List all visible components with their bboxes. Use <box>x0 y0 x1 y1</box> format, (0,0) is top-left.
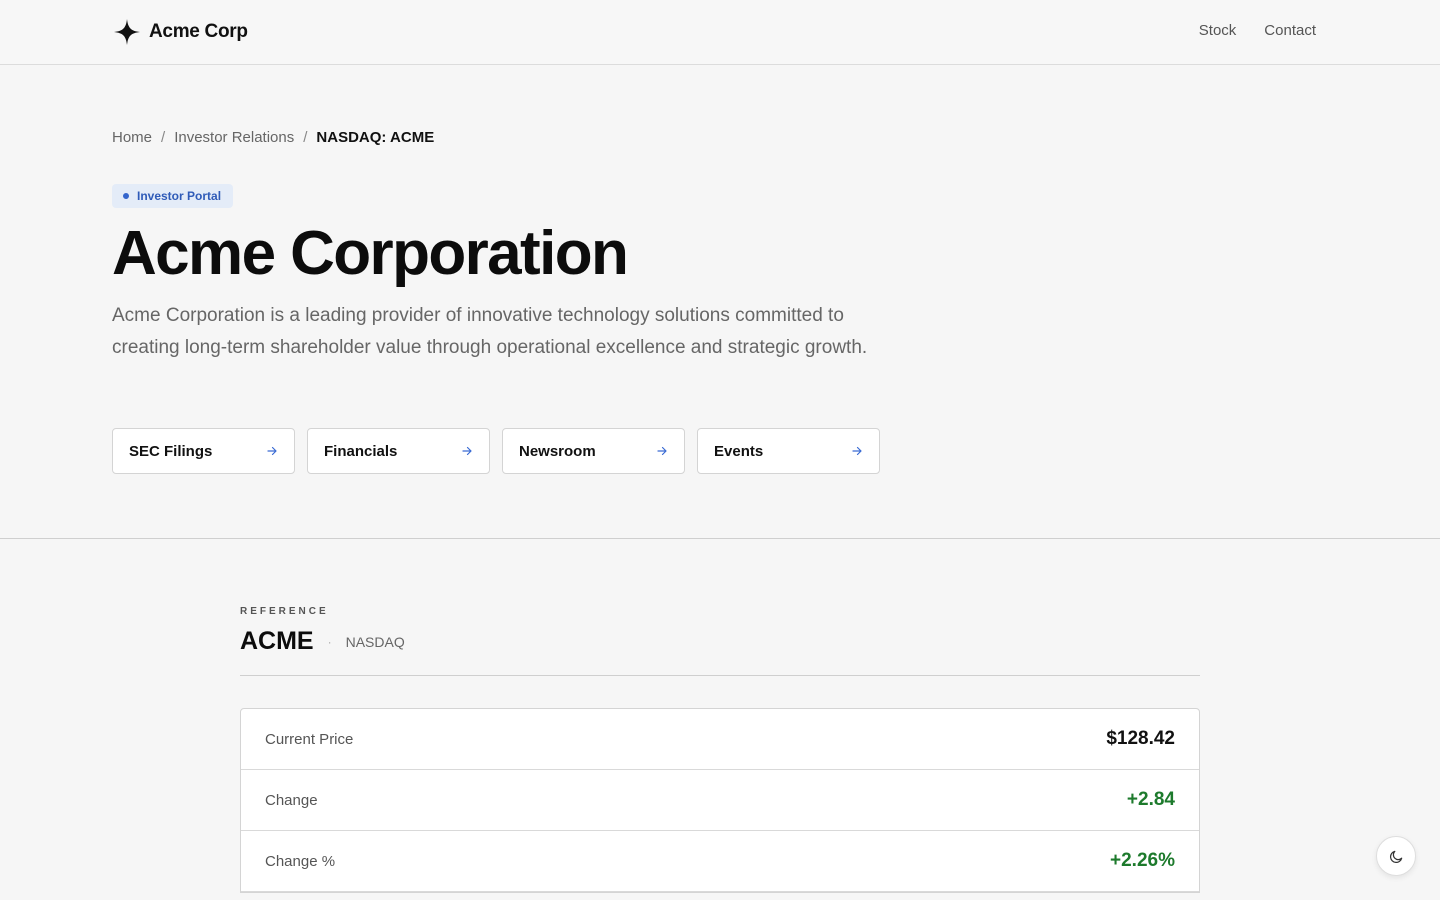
breadcrumb-separator: / <box>303 129 308 146</box>
newsroom-link[interactable]: Newsroom <box>502 428 685 474</box>
arrow-right-icon <box>657 446 667 456</box>
stat-row-change-percent: Change % +2.26% <box>241 831 1199 892</box>
nav-link-stock[interactable]: Stock <box>1199 22 1237 39</box>
sec-filings-link[interactable]: SEC Filings <box>112 428 295 474</box>
breadcrumb-investor-relations[interactable]: Investor Relations <box>174 129 294 146</box>
arrow-right-icon <box>852 446 862 456</box>
dot-icon <box>123 193 129 199</box>
stock-section: REFERENCE ACME · NASDAQ Current Price $1… <box>240 539 1200 900</box>
brand-logo[interactable]: Acme Corp <box>113 17 248 47</box>
arrow-right-icon <box>267 446 277 456</box>
stat-value: $128.42 <box>1106 728 1175 749</box>
breadcrumb-separator: / <box>161 129 166 146</box>
exchange-name: NASDAQ <box>345 633 405 650</box>
quick-link-label: Newsroom <box>519 442 596 460</box>
stat-row-change: Change +2.84 <box>241 770 1199 831</box>
nav-link-contact[interactable]: Contact <box>1264 22 1316 39</box>
stat-label: Change % <box>265 852 336 870</box>
breadcrumb: Home / Investor Relations / NASDAQ: ACME <box>112 129 434 146</box>
ticker-divider <box>240 675 1200 676</box>
theme-toggle-button[interactable] <box>1376 836 1416 876</box>
stat-value: +2.26% <box>1110 850 1175 871</box>
stock-stats-table: Current Price $128.42 Change +2.84 Chang… <box>240 708 1200 893</box>
badge-label: Investor Portal <box>137 189 222 203</box>
quick-link-label: Events <box>714 442 764 460</box>
events-link[interactable]: Events <box>697 428 880 474</box>
top-nav: Stock Contact <box>1199 22 1316 39</box>
ticker-separator: · <box>327 634 332 649</box>
stat-label: Current Price <box>265 730 354 748</box>
stat-row-current-price: Current Price $128.42 <box>241 709 1199 770</box>
financials-link[interactable]: Financials <box>307 428 490 474</box>
brand-name: Acme Corp <box>149 21 248 42</box>
hero-section: Home / Investor Relations / NASDAQ: ACME… <box>112 65 1328 539</box>
ticker-symbol: ACME <box>240 627 314 655</box>
ticker-heading: ACME · NASDAQ <box>240 627 405 656</box>
investor-portal-badge: Investor Portal <box>112 184 234 208</box>
stat-value: +2.84 <box>1126 789 1175 810</box>
four-point-star-icon <box>114 19 140 45</box>
moon-icon <box>1389 850 1402 863</box>
quick-link-label: Financials <box>324 442 398 460</box>
quick-links: SEC Filings Financials Newsroom Events <box>112 428 880 474</box>
stat-label: Change <box>265 791 318 809</box>
site-header: Acme Corp Stock Contact <box>0 0 1440 65</box>
breadcrumb-current: NASDAQ: ACME <box>316 129 435 146</box>
company-description: Acme Corporation is a leading provider o… <box>112 305 868 358</box>
page-title: Acme Corporation <box>112 219 629 288</box>
breadcrumb-home[interactable]: Home <box>112 129 152 146</box>
section-eyebrow: REFERENCE <box>240 606 329 617</box>
arrow-right-icon <box>462 446 472 456</box>
quick-link-label: SEC Filings <box>129 442 213 460</box>
